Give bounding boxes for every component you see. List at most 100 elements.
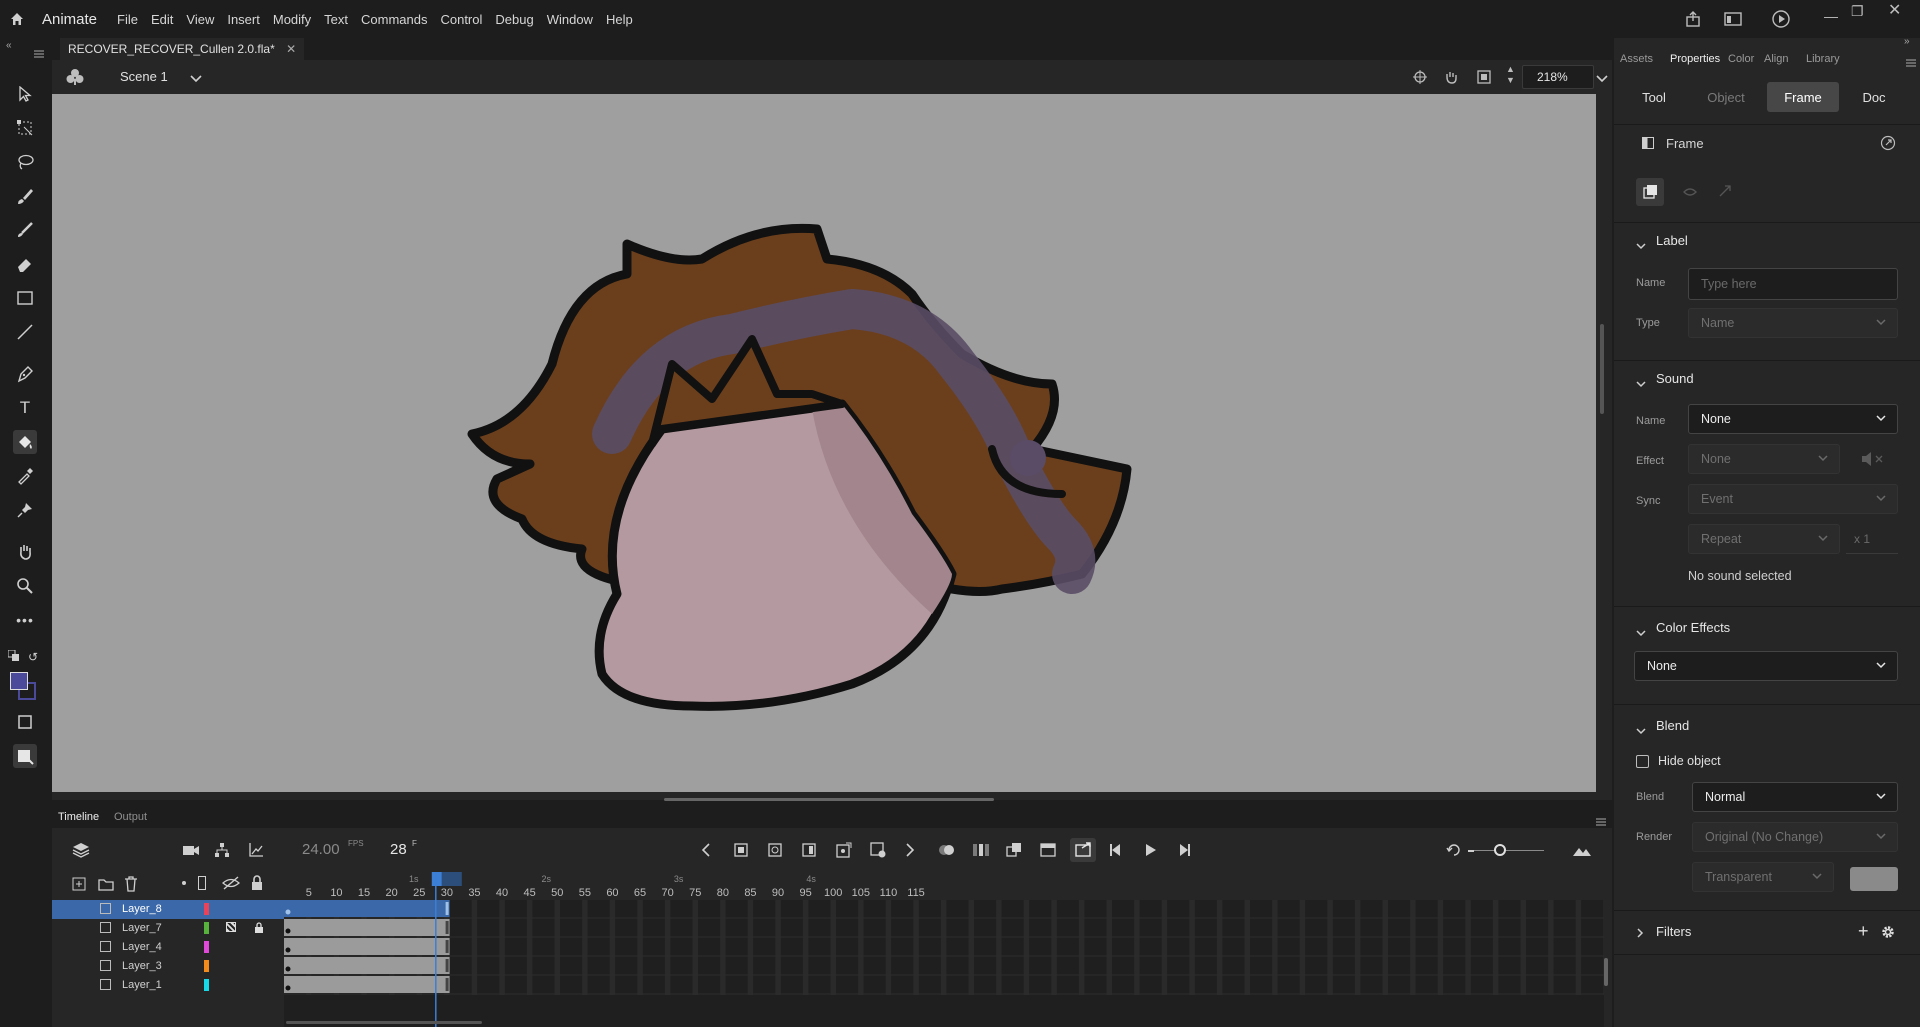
menu-modify[interactable]: Modify: [273, 12, 311, 27]
layer-row[interactable]: Layer_7: [52, 919, 284, 938]
frame-span[interactable]: [284, 957, 450, 974]
new-layer-icon[interactable]: [72, 877, 86, 894]
sound-collapse-icon[interactable]: [1636, 376, 1646, 391]
tab-assets[interactable]: Assets: [1620, 53, 1653, 65]
menu-debug[interactable]: Debug: [495, 12, 533, 27]
eyedropper-tool-icon[interactable]: [13, 464, 37, 488]
step-forward-icon[interactable]: [1176, 842, 1192, 861]
close-tab-icon[interactable]: ✕: [286, 42, 296, 56]
onion-skin-icon[interactable]: [938, 842, 956, 861]
layer-name[interactable]: Layer_1: [122, 979, 162, 991]
highlight-layer-icon[interactable]: [182, 881, 186, 885]
graph-icon[interactable]: [248, 842, 264, 861]
layers-icon[interactable]: [72, 842, 90, 861]
layer-color-swatch[interactable]: [204, 922, 209, 934]
color-swatches[interactable]: [10, 672, 38, 702]
object-drawing-icon[interactable]: [13, 710, 37, 734]
tab-timeline[interactable]: Timeline: [58, 811, 99, 823]
character-artwork[interactable]: [52, 94, 1596, 792]
step-back-icon[interactable]: [1108, 842, 1124, 861]
center-frame-icon[interactable]: [1446, 842, 1462, 861]
layer-row[interactable]: Layer_3: [52, 957, 284, 976]
frame-action-button-1[interactable]: [1636, 178, 1664, 206]
close-window-icon[interactable]: ✕: [1888, 0, 1901, 20]
zoom-frames-icon[interactable]: [1572, 842, 1592, 861]
pin-tool-icon[interactable]: [13, 498, 37, 522]
stage-canvas[interactable]: [52, 94, 1596, 792]
free-transform-tool-icon[interactable]: [13, 116, 37, 140]
frame-ruler[interactable]: [284, 872, 1604, 900]
tab-properties[interactable]: Properties: [1670, 53, 1720, 65]
outline-layer-icon[interactable]: [198, 876, 206, 890]
edit-envelope-button[interactable]: [1852, 444, 1898, 474]
fill-color-swatch[interactable]: [10, 672, 28, 690]
rotate-view-icon[interactable]: [1443, 69, 1459, 88]
layer-color-swatch[interactable]: [204, 903, 209, 915]
eraser-tool-icon[interactable]: [13, 252, 37, 276]
frame-action-button-3[interactable]: [1712, 178, 1740, 206]
zoom-tool-icon[interactable]: [13, 574, 37, 598]
collapse-panel-icon[interactable]: »: [1904, 36, 1910, 47]
brush-tool-icon[interactable]: [13, 184, 37, 208]
fps-value[interactable]: 24.00: [302, 841, 340, 858]
tab-color[interactable]: Color: [1728, 53, 1754, 65]
gap-size-icon[interactable]: [13, 744, 37, 768]
camera-icon[interactable]: [182, 843, 200, 860]
share-icon[interactable]: [1684, 10, 1702, 31]
layer-name[interactable]: Layer_8: [122, 903, 162, 915]
pen-tool-icon[interactable]: [13, 362, 37, 386]
sound-name-dropdown[interactable]: None: [1688, 404, 1898, 434]
tab-output[interactable]: Output: [114, 811, 147, 823]
menu-insert[interactable]: Insert: [227, 12, 260, 27]
sound-sync-dropdown[interactable]: Event: [1688, 484, 1898, 514]
menu-commands[interactable]: Commands: [361, 12, 427, 27]
text-tool-icon[interactable]: T: [13, 396, 37, 420]
create-tween-icon[interactable]: [836, 842, 852, 861]
lock-layers-icon[interactable]: [250, 875, 264, 894]
frame-span[interactable]: [284, 900, 450, 917]
layer-name[interactable]: Layer_4: [122, 941, 162, 953]
layer-row[interactable]: Layer_4: [52, 938, 284, 957]
loop-playback-button[interactable]: [1070, 838, 1096, 862]
segment-frame[interactable]: Frame: [1767, 82, 1839, 112]
sound-effect-dropdown[interactable]: None: [1688, 444, 1840, 474]
label-collapse-icon[interactable]: [1636, 238, 1646, 253]
keyframe-dot[interactable]: [285, 966, 291, 972]
rectangle-tool-icon[interactable]: [13, 286, 37, 310]
hide-object-checkbox[interactable]: [1636, 755, 1649, 768]
layer-outline-icon[interactable]: [226, 922, 236, 932]
zoom-input[interactable]: 218%: [1522, 65, 1594, 89]
scene-dropdown-icon[interactable]: [190, 71, 202, 86]
hide-layers-icon[interactable]: [222, 876, 240, 893]
parenting-icon[interactable]: [214, 842, 230, 861]
scene-name[interactable]: Scene 1: [120, 69, 168, 84]
layer-color-swatch[interactable]: [204, 941, 209, 953]
stage-horizontal-scrollbar[interactable]: [664, 798, 994, 801]
frame-span[interactable]: [284, 919, 450, 936]
prev-keyframe-icon[interactable]: [700, 842, 712, 861]
zoom-dropdown-icon[interactable]: [1596, 71, 1608, 86]
scene-symbol-icon[interactable]: [66, 68, 84, 89]
playhead-range[interactable]: [441, 872, 462, 886]
timeline-vertical-scrollbar[interactable]: [1604, 958, 1608, 986]
color-effects-collapse-icon[interactable]: [1636, 625, 1646, 640]
tab-align[interactable]: Align: [1764, 53, 1788, 65]
slider-thumb[interactable]: [1494, 844, 1506, 856]
frame-span[interactable]: [284, 976, 450, 993]
layer-row[interactable]: Layer_8: [52, 900, 284, 919]
menu-help[interactable]: Help: [606, 12, 633, 27]
playhead-handle[interactable]: [431, 872, 442, 886]
default-colors-icon[interactable]: [7, 649, 20, 665]
snap-icon[interactable]: [1412, 69, 1428, 88]
edit-multiple-frames-icon[interactable]: [1006, 842, 1022, 861]
layer-row[interactable]: Layer_1: [52, 976, 284, 995]
layer-name[interactable]: Layer_7: [122, 922, 162, 934]
timeline-menu-icon[interactable]: [1596, 814, 1606, 829]
workspace-icon[interactable]: [1724, 11, 1742, 30]
layer-name[interactable]: Layer_3: [122, 960, 162, 972]
insert-blank-keyframe-icon[interactable]: [768, 843, 782, 860]
frame-span[interactable]: [284, 938, 450, 955]
help-link-icon[interactable]: [1880, 135, 1896, 154]
sound-repeat-dropdown[interactable]: Repeat: [1688, 524, 1840, 554]
render-dropdown[interactable]: Original (No Change): [1692, 822, 1898, 852]
